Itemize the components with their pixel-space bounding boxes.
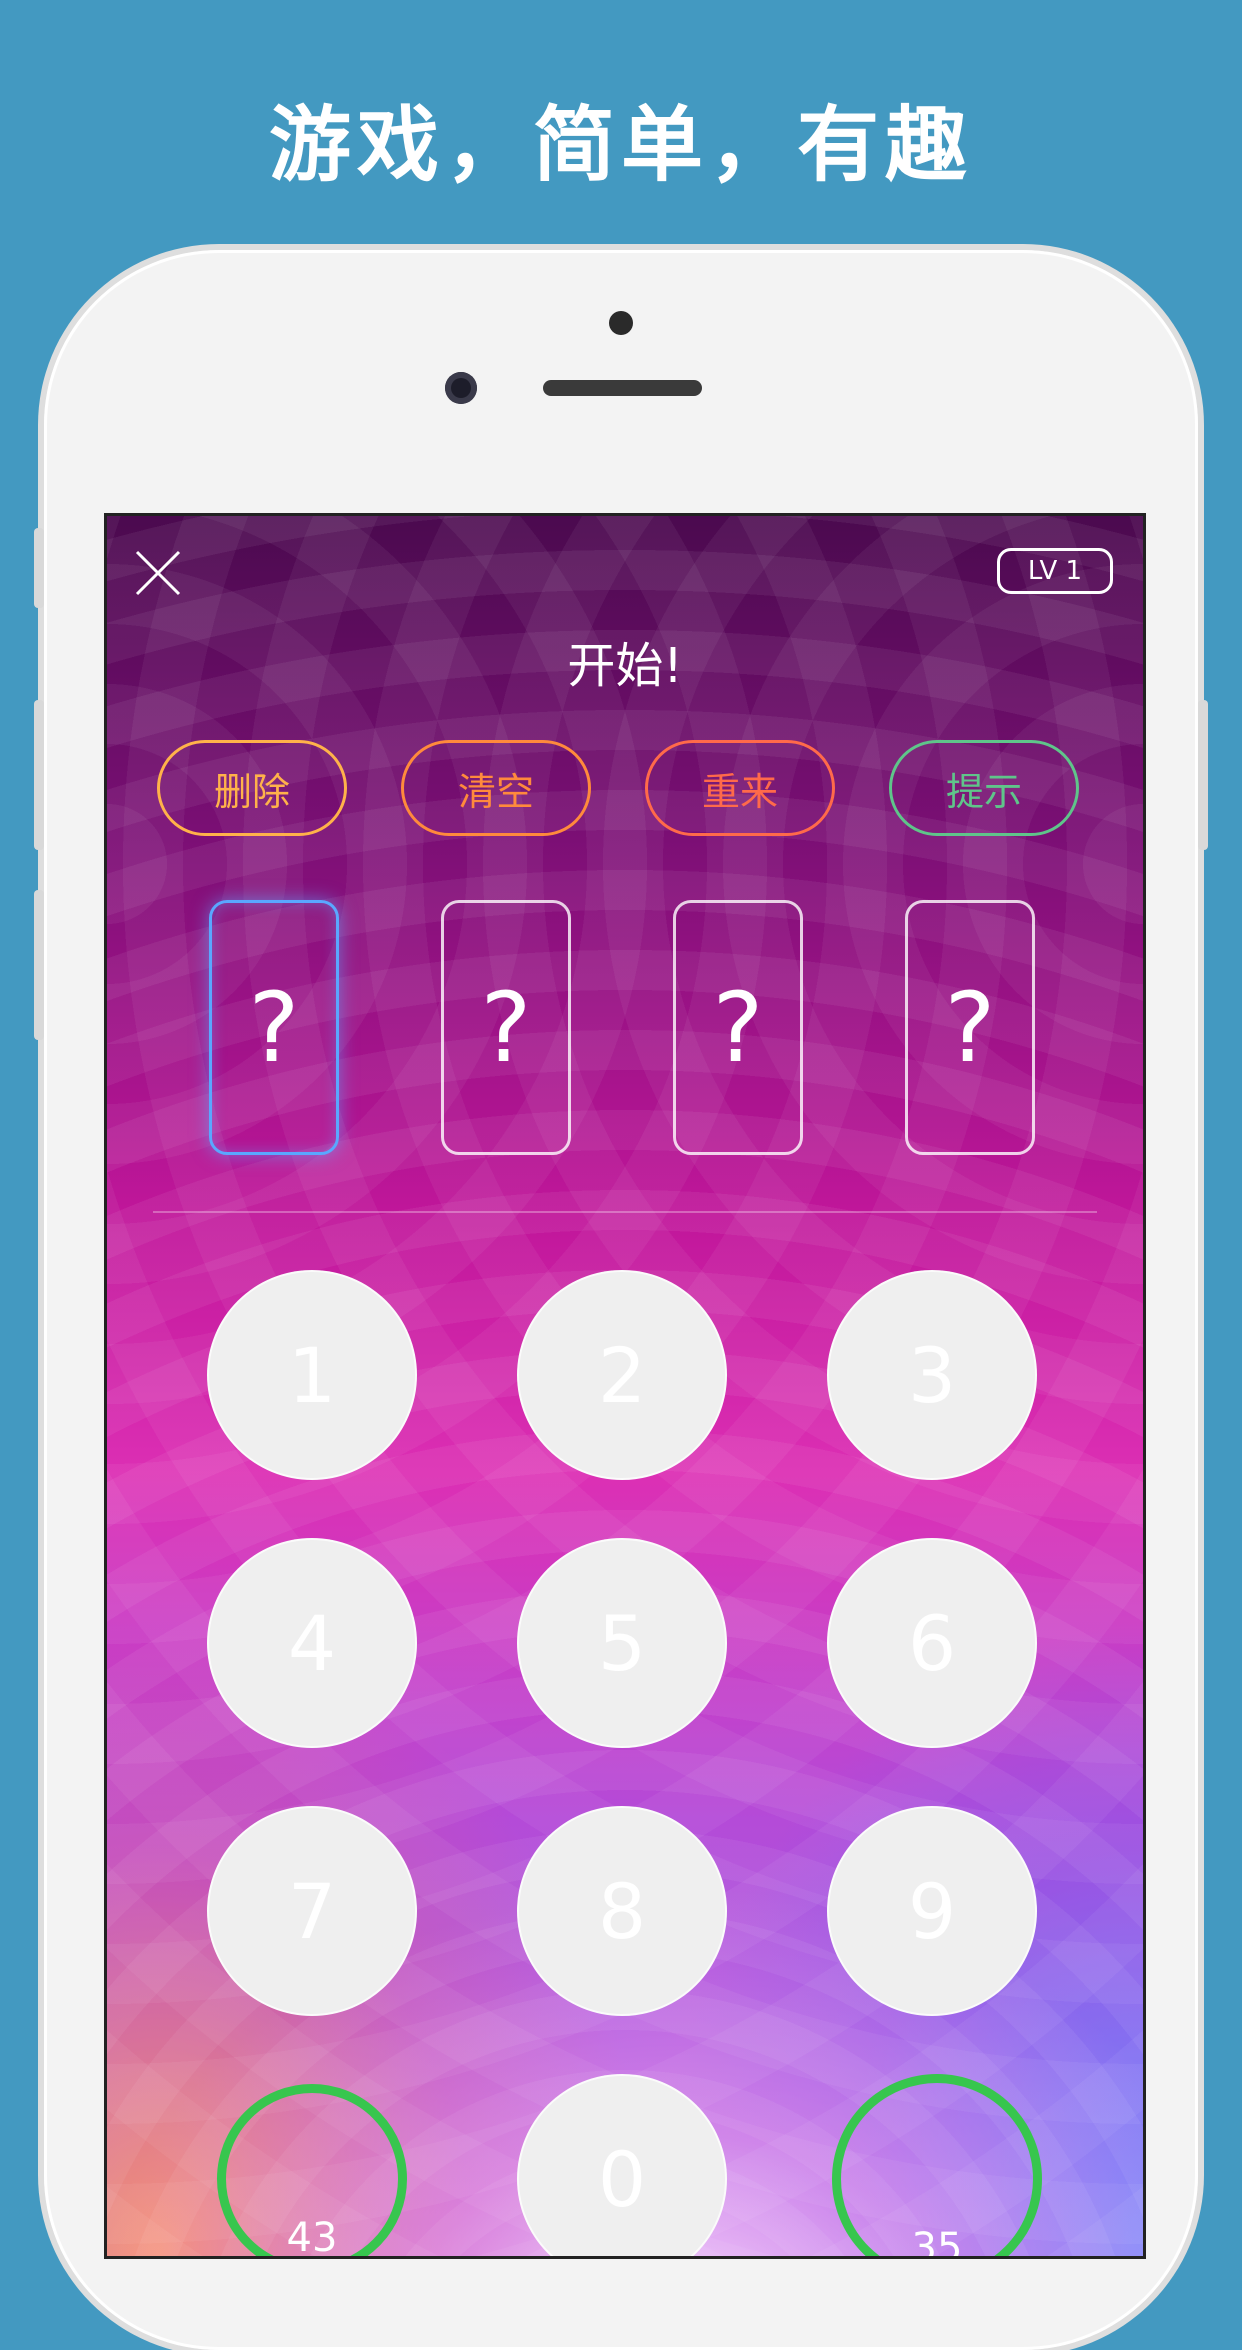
hint-button[interactable]: 提示: [889, 740, 1079, 836]
guess-slot-1[interactable]: ?: [209, 900, 339, 1155]
key-8[interactable]: 8: [517, 1806, 727, 2016]
status-text: 开始!: [567, 638, 683, 694]
left-counter: 43: [217, 2084, 407, 2256]
promo-title: 游戏，简单，有趣: [268, 98, 973, 193]
key-6[interactable]: 6: [827, 1538, 1037, 1748]
close-icon[interactable]: [133, 548, 183, 598]
proximity-sensor: [609, 311, 633, 335]
earpiece-speaker: [543, 380, 702, 396]
game-screen: LV 1 开始! 删除 清空 重来 提示 ? ? ? ? 1 2 3 4 5 6…: [104, 513, 1146, 2259]
guess-slot-4[interactable]: ?: [905, 900, 1035, 1155]
mute-switch: [34, 528, 44, 608]
volume-down-button: [34, 890, 44, 1040]
key-5[interactable]: 5: [517, 1538, 727, 1748]
restart-button[interactable]: 重来: [645, 740, 835, 836]
clear-button[interactable]: 清空: [401, 740, 591, 836]
power-button: [1198, 700, 1208, 850]
guess-slot-2[interactable]: ?: [441, 900, 571, 1155]
key-2[interactable]: 2: [517, 1270, 727, 1480]
key-3[interactable]: 3: [827, 1270, 1037, 1480]
guess-slot-3[interactable]: ?: [673, 900, 803, 1155]
right-counter: 35: [832, 2074, 1042, 2256]
volume-up-button: [34, 700, 44, 850]
divider: [153, 1211, 1097, 1213]
level-badge: LV 1: [997, 548, 1113, 594]
key-1[interactable]: 1: [207, 1270, 417, 1480]
key-0[interactable]: 0: [517, 2074, 727, 2256]
delete-button[interactable]: 删除: [157, 740, 347, 836]
key-7[interactable]: 7: [207, 1806, 417, 2016]
front-camera: [445, 372, 477, 404]
key-4[interactable]: 4: [207, 1538, 417, 1748]
key-9[interactable]: 9: [827, 1806, 1037, 2016]
